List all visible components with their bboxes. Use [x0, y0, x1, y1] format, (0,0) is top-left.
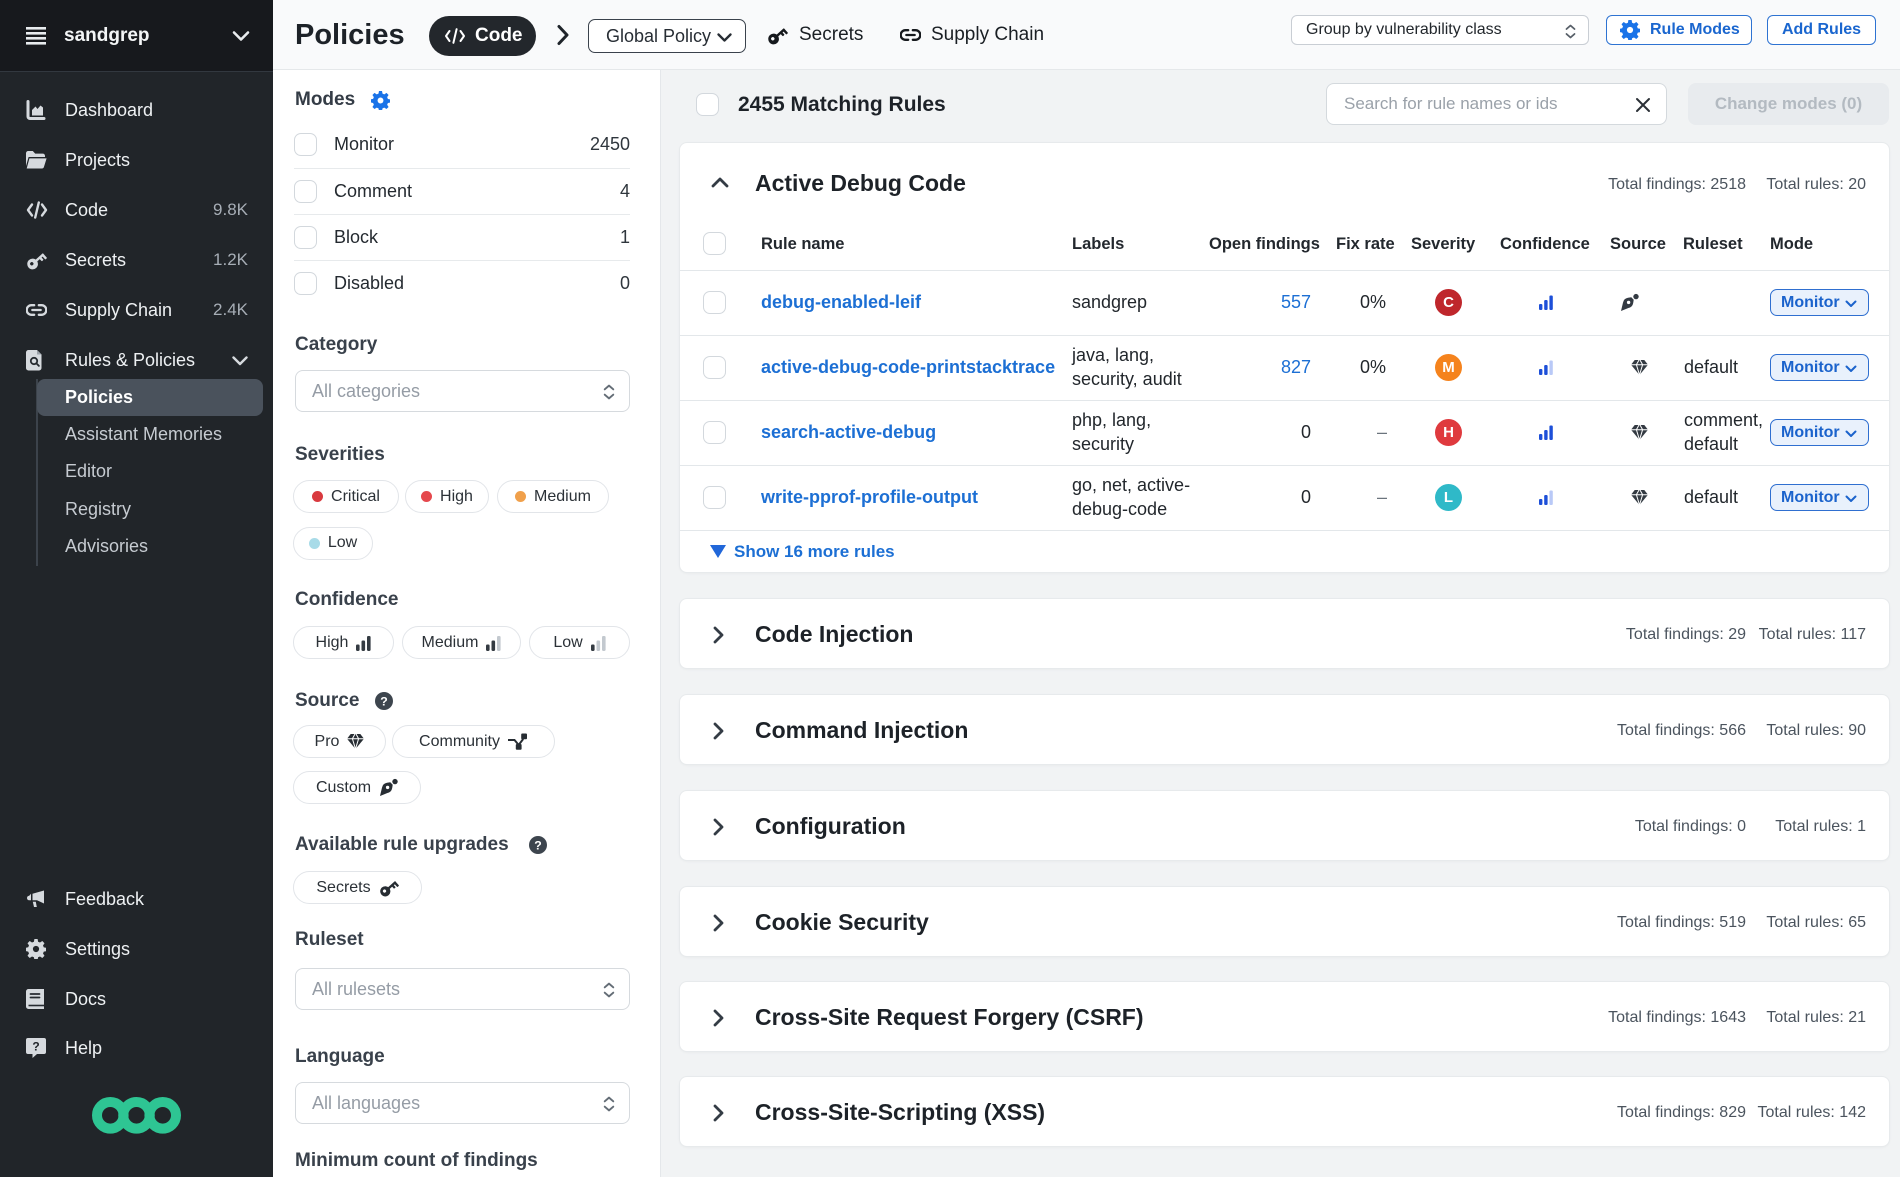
svg-text:?: ? — [32, 1040, 39, 1054]
svg-text:?: ? — [534, 838, 542, 852]
svg-text:?: ? — [380, 694, 388, 708]
